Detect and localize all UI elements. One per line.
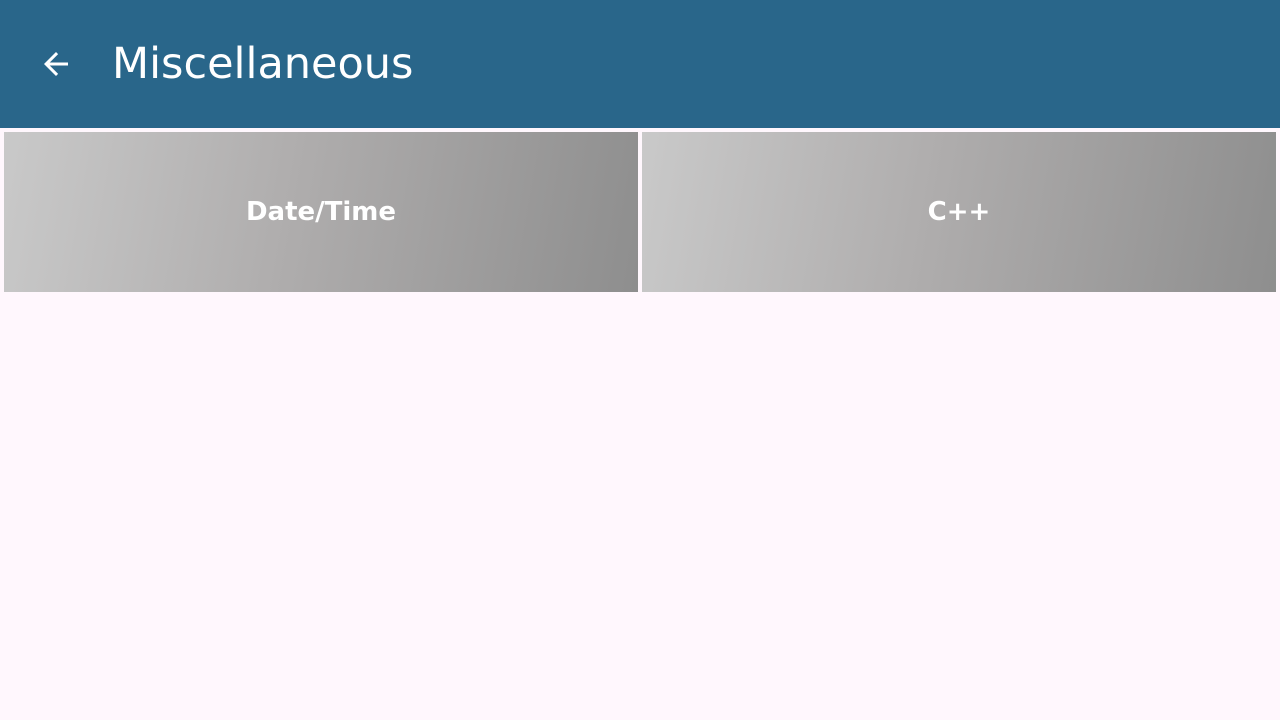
category-grid: Date/Time C++: [4, 132, 1276, 292]
arrow-left-icon: [44, 52, 68, 76]
back-button[interactable]: [28, 36, 84, 92]
tile-cpp[interactable]: C++: [642, 132, 1276, 292]
tile-label: Date/Time: [245, 197, 397, 227]
tile-date-time[interactable]: Date/Time: [4, 132, 638, 292]
tile-label: C++: [927, 197, 991, 227]
app-bar: Miscellaneous: [0, 0, 1280, 128]
page-title: Miscellaneous: [112, 39, 414, 89]
